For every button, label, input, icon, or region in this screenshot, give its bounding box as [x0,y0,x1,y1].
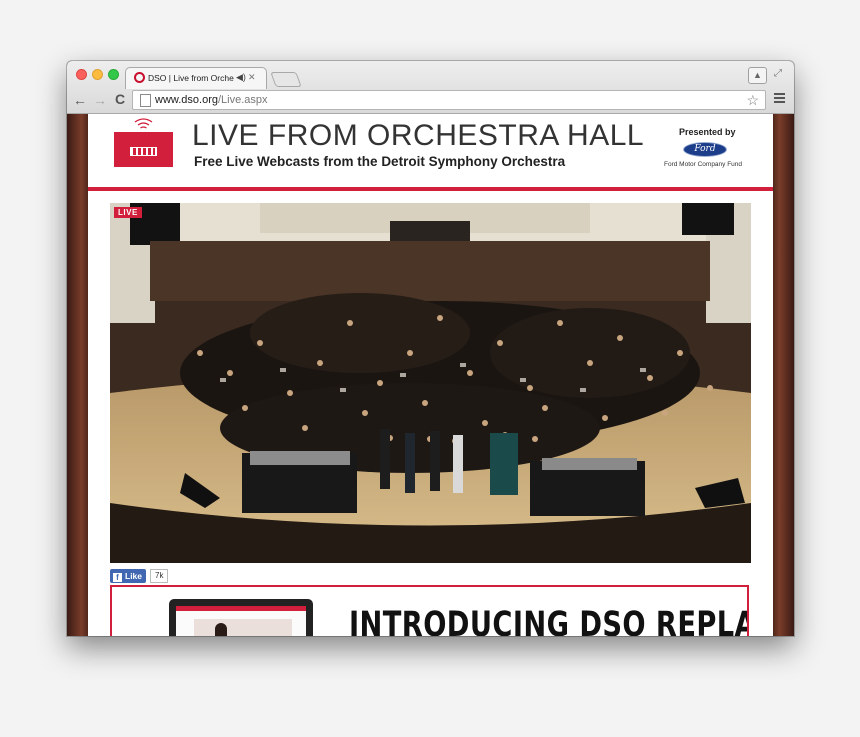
orchestra-hall-logo[interactable] [113,115,174,167]
browser-tab[interactable]: DSO | Live from Orches ◀) ✕ [125,67,267,89]
page-title: LIVE FROM ORCHESTRA HALL [192,119,645,152]
presented-by-label: Presented by [679,127,736,137]
profile-icon[interactable]: ▲ [748,67,767,84]
ford-logo[interactable]: Ford [683,142,727,157]
minimize-window-button[interactable] [92,69,103,80]
dso-replay-promo-banner[interactable]: INTRODUCING DSO REPLAY [110,585,749,636]
page-viewport: LIVE FROM ORCHESTRA HALL Free Live Webca… [67,114,794,636]
live-video-player[interactable]: LIVE [110,203,751,563]
live-badge: LIVE [114,207,142,218]
tab-title: DSO | Live from Orches [148,73,234,83]
orchestra-video-frame [110,203,751,563]
url-path: /Live.aspx [217,94,268,106]
like-count: 7k [150,569,169,583]
url-host: www.dso.org [155,94,218,106]
page-content: LIVE FROM ORCHESTRA HALL Free Live Webca… [88,114,773,636]
fullscreen-icon[interactable]: ⤢ [774,68,782,79]
header-divider [88,187,773,191]
zoom-window-button[interactable] [108,69,119,80]
new-tab-button[interactable] [270,72,302,87]
bookmark-star-icon[interactable]: ☆ [746,92,759,109]
browser-toolbar: DSO | Live from Orches ◀) ✕ ▲ ⤢ ← → C ww… [67,61,794,114]
url-text[interactable]: www.dso.org/Live.aspx [155,94,268,106]
sponsor-name: Ford Motor Company Fund [664,161,743,168]
like-label: Like [125,571,143,581]
site-header: LIVE FROM ORCHESTRA HALL Free Live Webca… [88,114,773,182]
back-arrow-icon[interactable]: ← [73,92,87,108]
tablet-illustration [169,599,313,636]
browser-window: DSO | Live from Orches ◀) ✕ ▲ ⤢ ← → C ww… [67,61,794,636]
reload-icon[interactable]: C [115,91,125,107]
audio-playing-icon[interactable]: ◀) [236,72,246,83]
tab-close-icon[interactable]: ✕ [248,72,256,83]
forward-arrow-icon[interactable]: → [93,92,107,108]
address-bar[interactable]: www.dso.org/Live.aspx ☆ [132,90,766,110]
facebook-like-button[interactable]: f Like [110,569,147,583]
dso-favicon-icon [134,72,145,83]
hamburger-menu-icon[interactable] [774,93,785,105]
close-window-button[interactable] [76,69,87,80]
promo-headline: INTRODUCING DSO REPLAY [349,605,749,636]
page-icon [140,94,151,107]
page-subtitle: Free Live Webcasts from the Detroit Symp… [194,154,566,169]
facebook-icon: f [113,573,122,582]
